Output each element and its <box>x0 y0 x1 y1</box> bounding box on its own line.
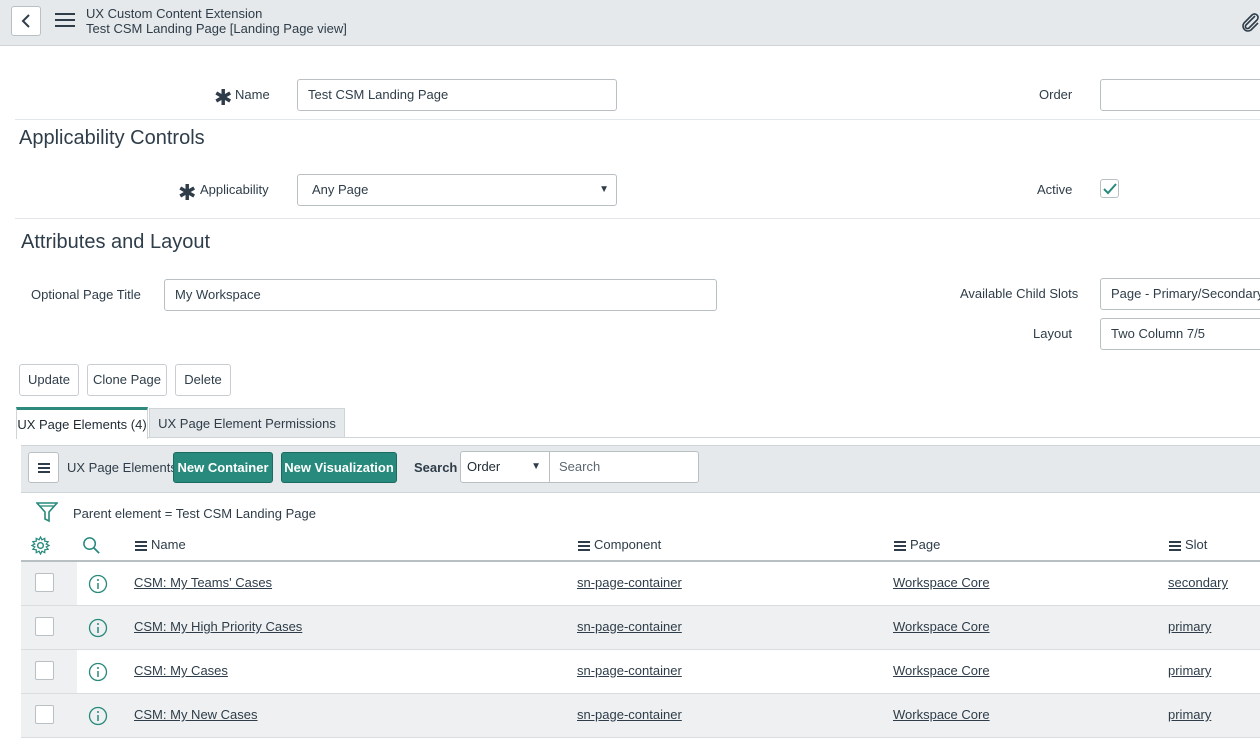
column-header-slot-label: Slot <box>1185 537 1208 552</box>
column-menu-icon[interactable] <box>894 539 906 553</box>
column-header-component[interactable]: Component <box>578 537 661 553</box>
filter-icon[interactable] <box>35 501 59 526</box>
paperclip-icon[interactable] <box>1240 12 1260 35</box>
column-header-component-label: Component <box>594 537 662 552</box>
row-component-link[interactable]: sn-page-container <box>577 663 682 678</box>
row-name-link[interactable]: CSM: My Teams' Cases <box>134 575 272 590</box>
row-name-link[interactable]: CSM: My High Priority Cases <box>134 619 302 634</box>
back-button[interactable] <box>11 6 41 36</box>
column-header-page-label: Page <box>910 537 941 552</box>
name-input[interactable]: Test CSM Landing Page <box>297 79 617 111</box>
column-menu-icon[interactable] <box>578 539 590 553</box>
row-name-link[interactable]: CSM: My Cases <box>134 663 228 678</box>
list-context-menu-button[interactable] <box>28 452 59 483</box>
section-attributes-and-layout: Attributes and Layout <box>21 231 211 253</box>
delete-button[interactable]: Delete <box>175 364 231 396</box>
row-checkbox[interactable] <box>35 573 54 592</box>
search-field-value: Order <box>467 459 501 474</box>
search-input[interactable]: Search <box>549 451 699 483</box>
column-header-name-label: Name <box>151 537 186 552</box>
row-slot-link[interactable]: primary <box>1168 663 1211 678</box>
column-menu-icon[interactable] <box>135 539 147 553</box>
active-checkbox[interactable] <box>1100 179 1119 198</box>
order-input[interactable] <box>1100 79 1260 111</box>
table-row: CSM: My New Cases sn-page-container Work… <box>21 694 1260 738</box>
checkmark-icon <box>1103 183 1117 195</box>
row-checkbox[interactable] <box>35 661 54 680</box>
info-icon[interactable] <box>88 662 108 685</box>
new-container-button[interactable]: New Container <box>173 452 273 483</box>
table-row: CSM: My High Priority Cases sn-page-cont… <box>21 606 1260 650</box>
row-checkbox[interactable] <box>35 617 54 636</box>
divider <box>15 218 1260 219</box>
tab-ux-page-elements[interactable]: UX Page Elements (4) <box>16 407 148 439</box>
form-context-menu-icon[interactable] <box>55 13 75 29</box>
column-menu-icon[interactable] <box>1169 539 1181 553</box>
layout-input[interactable]: Two Column 7/5 <box>1100 318 1260 350</box>
column-header-name[interactable]: Name <box>135 537 186 553</box>
row-component-link[interactable]: sn-page-container <box>577 575 682 590</box>
applicability-label: Applicability <box>200 182 269 197</box>
order-label: Order <box>1039 87 1073 102</box>
column-header-page[interactable]: Page <box>894 537 940 553</box>
row-slot-link[interactable]: primary <box>1168 619 1211 634</box>
name-label: Name <box>235 87 270 102</box>
filter-breadcrumb[interactable]: Parent element = Test CSM Landing Page <box>73 506 316 521</box>
optional-page-title-input[interactable]: My Workspace <box>164 279 717 311</box>
row-slot-link[interactable]: primary <box>1168 707 1211 722</box>
row-slot-link[interactable]: secondary <box>1168 575 1228 590</box>
row-page-link[interactable]: Workspace Core <box>893 619 990 634</box>
applicability-select-value: Any Page <box>312 182 369 197</box>
row-page-link[interactable]: Workspace Core <box>893 663 990 678</box>
info-icon[interactable] <box>88 618 108 641</box>
row-page-link[interactable]: Workspace Core <box>893 575 990 590</box>
available-child-slots-input[interactable]: Page - Primary/Secondary <box>1100 278 1260 310</box>
tab-ux-page-element-permissions[interactable]: UX Page Element Permissions (1) <box>149 408 345 461</box>
search-label: Search <box>414 460 458 475</box>
available-child-slots-label: Available Child Slots <box>960 286 1079 301</box>
active-label: Active <box>1037 182 1073 197</box>
form-title: UX Custom Content Extension <box>86 6 263 21</box>
required-asterisk-icon: ✱ <box>214 85 233 110</box>
section-applicability-controls: Applicability Controls <box>19 127 205 149</box>
row-checkbox[interactable] <box>35 705 54 724</box>
divider <box>15 119 1260 120</box>
row-name-link[interactable]: CSM: My New Cases <box>134 707 258 722</box>
layout-label: Layout <box>1033 326 1073 341</box>
list-title: UX Page Elements <box>67 460 177 475</box>
optional-page-title-label: Optional Page Title <box>31 287 141 302</box>
update-button[interactable]: Update <box>19 364 79 396</box>
clone-page-button[interactable]: Clone Page <box>87 364 167 396</box>
info-icon[interactable] <box>88 706 108 729</box>
search-field-select[interactable]: Order ▼ <box>460 451 550 483</box>
search-icon[interactable] <box>82 536 101 558</box>
required-asterisk-icon: ✱ <box>178 180 197 205</box>
chevron-left-icon <box>21 14 30 28</box>
table-row: CSM: My Teams' Cases sn-page-container W… <box>21 562 1260 606</box>
dropdown-caret-icon: ▼ <box>531 461 541 472</box>
row-component-link[interactable]: sn-page-container <box>577 707 682 722</box>
gear-icon[interactable] <box>30 535 51 558</box>
tab-underline <box>148 437 1260 438</box>
new-visualization-button[interactable]: New Visualization <box>281 452 397 483</box>
column-header-slot[interactable]: Slot <box>1169 537 1207 553</box>
form-subtitle: Test CSM Landing Page [Landing Page view… <box>86 21 347 36</box>
info-icon[interactable] <box>88 574 108 597</box>
row-page-link[interactable]: Workspace Core <box>893 707 990 722</box>
applicability-select[interactable]: Any Page ▼ <box>297 174 617 206</box>
dropdown-caret-icon: ▼ <box>599 184 609 195</box>
row-component-link[interactable]: sn-page-container <box>577 619 682 634</box>
table-row: CSM: My Cases sn-page-container Workspac… <box>21 650 1260 694</box>
